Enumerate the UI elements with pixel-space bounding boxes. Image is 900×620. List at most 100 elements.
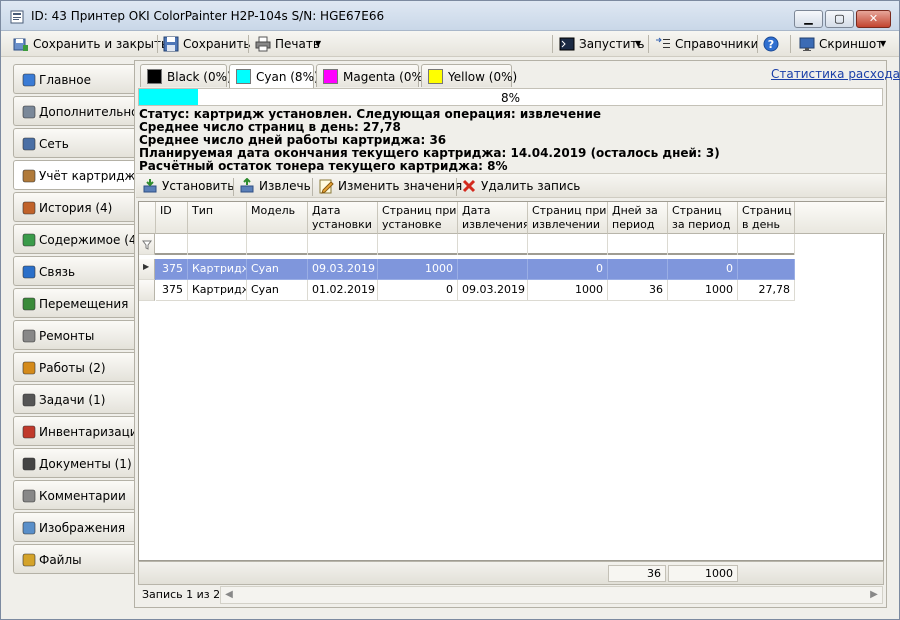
sidebar-item[interactable]: Ремонты	[13, 320, 134, 350]
sidebar-item-icon	[22, 393, 36, 407]
sidebar-item-label: Ремонты	[39, 329, 95, 343]
scroll-right-icon[interactable]: ▶	[866, 587, 882, 603]
svg-text:?: ?	[768, 38, 774, 51]
column-header[interactable]: Страниц за период	[668, 202, 738, 234]
extract-button[interactable]: Извлечь	[239, 176, 311, 196]
table-cell[interactable]: 09.03.2019	[458, 280, 528, 301]
table-cell[interactable]	[738, 259, 795, 280]
table-cell[interactable]: Картридж	[188, 280, 247, 301]
install-cartridge-icon	[143, 179, 157, 193]
table-cell[interactable]	[458, 259, 528, 280]
column-header[interactable]: Модель	[247, 202, 308, 234]
sidebar-item[interactable]: Задачи (1)	[13, 384, 134, 414]
table-cell[interactable]: 01.02.2019	[308, 280, 378, 301]
column-header[interactable]: Дата извлечения	[458, 202, 528, 234]
cartridge-info: Статус: картридж установлен. Следующая о…	[139, 108, 720, 173]
sidebar-item[interactable]: Перемещения	[13, 288, 134, 318]
table-cell[interactable]: 0	[528, 259, 608, 280]
table-cell[interactable]: 1000	[378, 259, 458, 280]
filter-cell[interactable]	[156, 234, 188, 255]
cartridge-tab[interactable]: Magenta (0%)	[316, 64, 428, 87]
monitor-icon	[799, 37, 815, 51]
table-cell[interactable]: 09.03.2019	[308, 259, 378, 280]
table-cell[interactable]: 375	[156, 280, 188, 301]
save-close-button[interactable]: Сохранить и закрыть	[13, 34, 168, 54]
filter-cell[interactable]	[528, 234, 608, 255]
filter-cell[interactable]	[668, 234, 738, 255]
table-cell[interactable]: 0	[378, 280, 458, 301]
filter-cell[interactable]	[608, 234, 668, 255]
sidebar-item[interactable]: Связь	[13, 256, 134, 286]
table-cell[interactable]: 36	[608, 280, 668, 301]
maximize-button[interactable]: ▢	[825, 10, 854, 28]
table-row[interactable]: 375 Картридж Cyan 01.02.2019 0 09.03.2019 1000…	[139, 280, 795, 301]
sidebar-item-label: Главное	[39, 73, 91, 87]
cartridge-tab[interactable]: Cyan (8%)	[229, 64, 319, 89]
table-row[interactable]: ▶ 375 Картридж Cyan 09.03.2019 1000 0 0	[139, 259, 795, 280]
color-swatch	[428, 69, 443, 84]
run-button[interactable]: Запустить ▼	[559, 34, 645, 54]
cartridge-panel: Black (0%) Cyan (8%) Magenta (0%) Yellow (0…	[134, 60, 900, 608]
print-button[interactable]: Печать ▼	[255, 34, 325, 54]
sidebar-item[interactable]: Инвентаризации	[13, 416, 145, 446]
table-cell[interactable]: 1000	[528, 280, 608, 301]
table-cell[interactable]: 27,78	[738, 280, 795, 301]
screenshot-button[interactable]: Скриншот ▼	[799, 34, 891, 54]
table-cell[interactable]: 1000	[668, 280, 738, 301]
filter-cell[interactable]	[308, 234, 378, 255]
app-icon	[10, 10, 24, 24]
sidebar-item[interactable]: Учёт картриджей	[13, 160, 151, 190]
filter-cell[interactable]	[188, 234, 247, 255]
column-header[interactable]: Страниц при установке	[378, 202, 458, 234]
row-indicator[interactable]	[139, 280, 155, 301]
column-header[interactable]: Страниц в день	[738, 202, 795, 234]
sidebar-item[interactable]: Файлы	[13, 544, 134, 574]
filter-cell[interactable]	[738, 234, 795, 255]
filter-row[interactable]	[139, 234, 795, 255]
references-button[interactable]: Справочники	[655, 34, 758, 54]
consumption-stats-link[interactable]: Статистика расхода	[771, 67, 900, 81]
table-cell[interactable]: Cyan	[247, 259, 308, 280]
sidebar-item-label: Документы (1)	[39, 457, 132, 471]
table-cell[interactable]	[608, 259, 668, 280]
help-button[interactable]: ?	[763, 34, 783, 54]
toolbar-separator	[552, 35, 553, 53]
sidebar-item[interactable]: Главное	[13, 64, 134, 94]
sidebar-item[interactable]: Сеть	[13, 128, 134, 158]
table-cell[interactable]: 0	[668, 259, 738, 280]
filter-cell[interactable]	[378, 234, 458, 255]
grid-corner	[139, 202, 156, 234]
cartridge-tab[interactable]: Yellow (0%)	[421, 64, 517, 87]
sidebar-item[interactable]: Работы (2)	[13, 352, 134, 382]
minimize-button[interactable]: ▁	[794, 10, 823, 28]
sidebar-item[interactable]: История (4)	[13, 192, 134, 222]
column-header[interactable]: Дней за период	[608, 202, 668, 234]
row-indicator[interactable]: ▶	[139, 259, 155, 280]
sidebar-item[interactable]: Содержимое (4)	[13, 224, 141, 254]
sidebar-item-icon	[22, 105, 36, 119]
column-header[interactable]: Страниц при извлечении	[528, 202, 608, 234]
table-cell[interactable]: 375	[156, 259, 188, 280]
column-header[interactable]: Тип	[188, 202, 247, 234]
save-button[interactable]: Сохранить	[163, 34, 251, 54]
column-header[interactable]: ID	[156, 202, 188, 234]
sidebar-item[interactable]: Документы (1)	[13, 448, 134, 478]
sidebar-item[interactable]: Дополнительно	[13, 96, 139, 126]
delete-record-button[interactable]: Удалить запись	[461, 176, 580, 196]
filter-cell[interactable]	[247, 234, 308, 255]
close-button[interactable]: ✕	[856, 10, 891, 28]
install-button[interactable]: Установить	[142, 176, 234, 196]
cartridge-tab[interactable]: Black (0%)	[140, 64, 232, 87]
current-row-arrow-icon: ▶	[143, 262, 150, 271]
filter-cell[interactable]	[458, 234, 528, 255]
toner-progress-bar: 8%	[138, 88, 883, 106]
table-cell[interactable]: Cyan	[247, 280, 308, 301]
sidebar-item[interactable]: Комментарии	[13, 480, 134, 510]
column-header[interactable]: Дата установки	[308, 202, 378, 234]
table-cell[interactable]: Картридж	[188, 259, 247, 280]
horizontal-scrollbar[interactable]: ◀ ▶	[220, 586, 883, 604]
edit-values-button[interactable]: Изменить значения	[318, 176, 462, 196]
scroll-left-icon[interactable]: ◀	[221, 587, 237, 603]
sidebar-item-label: Файлы	[39, 553, 82, 567]
sidebar-item[interactable]: Изображения	[13, 512, 134, 542]
